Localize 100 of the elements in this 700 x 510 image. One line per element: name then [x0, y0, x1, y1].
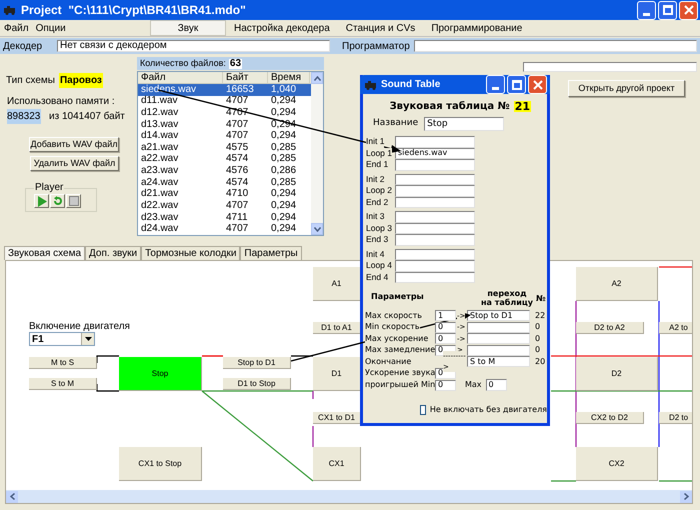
target-field[interactable]: S to M — [467, 356, 530, 368]
diagram-node[interactable]: S to M — [29, 378, 97, 390]
sound-file-field[interactable] — [395, 234, 475, 246]
sound-file-field[interactable] — [395, 196, 475, 208]
column-header[interactable]: Байт — [223, 72, 268, 83]
memory-total-text: из 1041407 байт — [49, 110, 125, 124]
file-row[interactable]: d23.wav 4711 0,294 — [138, 212, 311, 224]
minimize-button[interactable] — [486, 75, 505, 94]
diagram-node[interactable]: CX1 to Stop — [119, 447, 202, 481]
menu-item[interactable]: Файл — [4, 20, 29, 36]
file-row[interactable]: a23.wav 4576 0,286 — [138, 165, 311, 177]
horizontal-scrollbar[interactable] — [6, 490, 692, 503]
name-field[interactable]: Stop — [424, 117, 504, 131]
table-cell-text: d14.wav — [140, 131, 180, 142]
sound-file-field[interactable] — [395, 159, 475, 170]
dropdown-button[interactable] — [81, 333, 94, 345]
sound-file-field[interactable] — [395, 222, 475, 234]
sound-file-field[interactable]: siedens.wav — [395, 148, 475, 159]
diagram-node[interactable]: M to S — [29, 357, 97, 369]
play-button[interactable] — [34, 194, 49, 208]
sound-file-field[interactable] — [395, 185, 475, 196]
value-field[interactable]: 0 — [435, 333, 456, 344]
diagram-node[interactable]: A1 — [313, 267, 361, 301]
column-header[interactable]: Время — [268, 72, 310, 83]
maximize-button[interactable] — [658, 0, 677, 20]
value-field[interactable]: 1 — [435, 310, 456, 322]
repeat-button[interactable] — [50, 194, 65, 208]
value-field[interactable]: 0 — [435, 322, 456, 333]
diagram-node[interactable]: D1 to A1 — [313, 322, 361, 334]
close-button[interactable] — [679, 0, 698, 20]
checkbox[interactable] — [420, 405, 426, 415]
file-row[interactable]: a21.wav 4575 0,285 — [138, 142, 311, 154]
tab[interactable]: Тормозные колодки — [141, 246, 240, 260]
action-button[interactable]: Открыть другой проект — [568, 80, 685, 97]
target-field[interactable]: Stop to D1 — [467, 310, 530, 322]
diagram-node[interactable]: D1 to Stop — [223, 378, 291, 390]
file-row[interactable]: d22.wav 4707 0,294 — [138, 200, 311, 212]
table-cell-text: 4576 — [225, 166, 250, 176]
stop-button[interactable] — [66, 194, 81, 208]
sound-file-field[interactable] — [395, 260, 475, 272]
diagram-node[interactable]: CX1 to D1 — [313, 412, 361, 424]
file-row[interactable]: d24.wav 4707 0,294 — [138, 223, 311, 235]
field-label: Тип схемы — [6, 74, 55, 88]
tab[interactable]: Звуковая схема — [4, 246, 86, 260]
file-row[interactable]: siedens.wav 16653 1,040 — [138, 84, 311, 96]
scroll-right-button[interactable] — [680, 490, 692, 502]
scheme-type-value: Паровоз — [58, 73, 103, 88]
file-count-label: Количество файлов: — [140, 56, 226, 70]
value-field[interactable]: 0 — [486, 379, 507, 391]
column-header[interactable]: Файл — [138, 72, 223, 83]
minimize-button[interactable] — [637, 0, 656, 20]
file-row[interactable]: d11.wav 4707 0,294 — [138, 96, 311, 108]
diagram-node[interactable]: CX2 to D2 — [576, 412, 644, 424]
tab[interactable]: Параметры — [240, 246, 302, 260]
programmer-field[interactable] — [414, 40, 697, 52]
diagram-node[interactable]: D2 to — [659, 412, 692, 424]
table-number: 22 — [535, 310, 546, 322]
table-cell-text: 1,040 — [270, 84, 298, 95]
sound-file-field[interactable] — [395, 136, 475, 148]
close-button[interactable] — [528, 75, 547, 94]
action-button[interactable]: Удалить WAV файл — [30, 156, 119, 171]
diagram-node[interactable]: Stop to D1 — [223, 357, 291, 369]
sound-file-field[interactable] — [395, 174, 475, 185]
diagram-node[interactable]: Stop — [119, 357, 202, 391]
tab[interactable]: Программирование — [423, 20, 530, 36]
target-field[interactable] — [467, 322, 530, 333]
tab[interactable]: Станция и CVs — [338, 20, 424, 36]
target-field[interactable] — [467, 344, 530, 356]
diagram-node[interactable]: D1 — [313, 357, 361, 391]
tab[interactable]: Звук — [150, 20, 226, 36]
sound-file-field[interactable] — [395, 272, 475, 283]
scrollbar[interactable] — [311, 72, 323, 235]
diagram-node[interactable]: CX2 — [576, 447, 658, 481]
diagram-node[interactable]: D2 to A2 — [576, 322, 644, 334]
maximize-button[interactable] — [507, 75, 526, 94]
value-field[interactable]: 0 — [435, 380, 456, 390]
engine-dropdown[interactable]: F1 — [29, 332, 95, 346]
diagram-node[interactable]: A2 to — [659, 322, 692, 334]
field-label: Max — [465, 379, 482, 391]
file-row[interactable]: a22.wav 4574 0,285 — [138, 154, 311, 166]
tab[interactable]: Настройка декодера — [226, 20, 338, 36]
action-button[interactable]: Добавить WAV файл — [29, 137, 119, 152]
sound-file-field[interactable] — [395, 248, 475, 260]
file-row[interactable]: d21.wav 4710 0,294 — [138, 188, 311, 200]
tab[interactable]: Доп. звуки — [85, 246, 142, 260]
scroll-up-button[interactable] — [311, 72, 323, 84]
sound-file-field[interactable] — [395, 211, 475, 222]
menu-item[interactable]: Опции — [36, 20, 66, 36]
table-cell-text: 4707 — [225, 224, 250, 234]
file-row[interactable]: d14.wav 4707 0,294 — [138, 130, 311, 142]
decoder-field[interactable]: Нет связи с декодером — [57, 40, 330, 52]
diagram-node[interactable]: A2 — [576, 267, 658, 301]
text-field[interactable] — [523, 62, 697, 72]
scroll-left-button[interactable] — [6, 490, 18, 502]
file-row[interactable]: a24.wav 4574 0,285 — [138, 176, 311, 188]
scroll-down-button[interactable] — [311, 223, 323, 235]
diagram-node[interactable]: D2 — [576, 357, 658, 391]
target-field[interactable] — [467, 333, 530, 344]
table-number: 0 — [535, 344, 540, 356]
diagram-node[interactable]: CX1 — [313, 447, 361, 481]
